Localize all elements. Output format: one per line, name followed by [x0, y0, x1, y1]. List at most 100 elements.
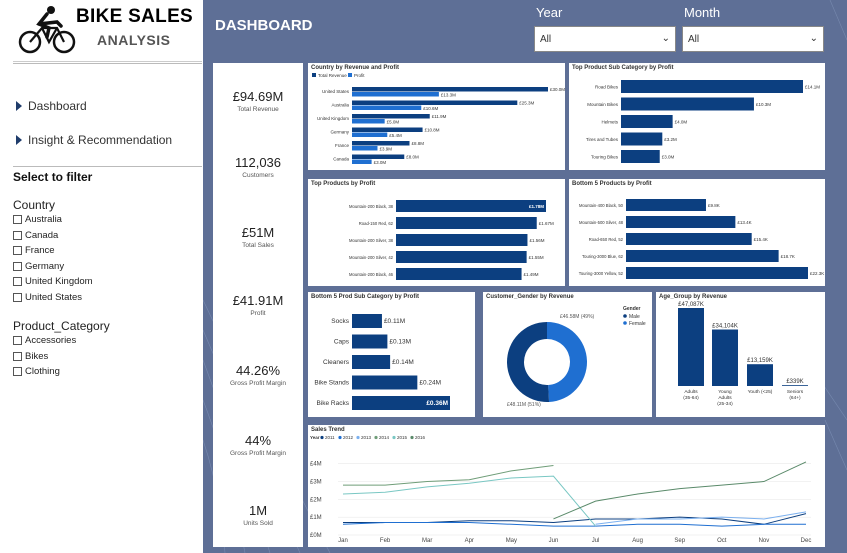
- bar: [747, 364, 773, 386]
- checkbox[interactable]: [13, 261, 22, 271]
- nav-item-insight[interactable]: Insight & Recommendation: [16, 133, 172, 147]
- country-filter-list: Australia Canada France Germany United Kingd…: [13, 212, 202, 305]
- legend-label: 2013: [361, 435, 372, 440]
- data-label: £8.8M: [411, 141, 424, 146]
- data-label: £1.55M: [529, 255, 544, 260]
- age-group-chart: £47,087KAdults(35-64)£34,104KYoungAdults…: [678, 302, 808, 407]
- bar: [621, 115, 673, 128]
- bar-revenue: [352, 114, 430, 119]
- data-label: £34,104K: [712, 324, 738, 330]
- category-label: France: [335, 143, 350, 148]
- data-label: £0.36M: [426, 400, 448, 407]
- category-label: Mountain-500 Silver, 48: [579, 220, 624, 225]
- month-dropdown-value: All: [688, 34, 700, 45]
- bar: [396, 251, 527, 263]
- year-dropdown[interactable]: All ⌄: [534, 26, 676, 52]
- country-filter-option[interactable]: Canada: [13, 228, 202, 244]
- country-filter-option[interactable]: United States: [13, 290, 202, 306]
- bar-profit: [352, 119, 385, 124]
- category-label: (25-34): [717, 401, 733, 407]
- kpi-label: Total Sales: [242, 242, 274, 249]
- checkbox[interactable]: [13, 292, 22, 302]
- category-filter-list: Accessories Bikes Clothing: [13, 333, 202, 380]
- category-filter-option[interactable]: Accessories: [13, 333, 202, 349]
- checkbox-label: United Kingdom: [25, 276, 93, 288]
- bar: [626, 216, 736, 228]
- x-tick-label: Jan: [338, 538, 348, 544]
- data-label: £18.7K: [781, 254, 795, 259]
- bar-revenue: [352, 100, 518, 105]
- checkbox-label: France: [25, 245, 55, 257]
- data-label: £25.3M: [519, 101, 534, 106]
- checkbox[interactable]: [13, 215, 22, 225]
- kpi-column: £94.69M Total Revenue 112,036 Customers …: [213, 63, 303, 547]
- data-label: £22.3K: [810, 271, 824, 276]
- bar-profit: [352, 92, 439, 97]
- bar: [352, 314, 382, 328]
- category-label: Mountain Bikes: [587, 102, 619, 107]
- data-label: £15.4K: [754, 237, 768, 242]
- chevron-right-icon: [16, 101, 22, 111]
- data-label: £8.0M: [406, 155, 419, 160]
- kpi-total-revenue: £94.69M Total Revenue: [213, 89, 303, 113]
- sales-trend-chart: Year 2011 2012 2013 2014 2015 2016 £0M £1M £2M £3M…: [310, 435, 811, 544]
- category-filter-option[interactable]: Bikes: [13, 349, 202, 365]
- data-label: £1.56M: [529, 238, 544, 243]
- nav-item-dashboard[interactable]: Dashboard: [16, 99, 87, 113]
- checkbox[interactable]: [13, 246, 22, 256]
- nav-menu: Dashboard Insight & Recommendation: [13, 63, 202, 167]
- legend-swatch: [348, 73, 352, 77]
- checkbox[interactable]: [13, 367, 22, 377]
- checkbox[interactable]: [13, 336, 22, 346]
- legend-swatch: [312, 73, 316, 77]
- country-filter-option[interactable]: France: [13, 243, 202, 259]
- year-slicer-label: Year: [536, 5, 563, 20]
- kpi-customers: 112,036 Customers: [213, 155, 303, 179]
- kpi-units-sold: 1M Units Sold: [213, 503, 303, 527]
- data-label: £1.67M: [539, 221, 554, 226]
- category-label: Bike Stands: [314, 380, 349, 387]
- kpi-label: Units Sold: [243, 520, 273, 527]
- bar: [396, 200, 546, 212]
- checkbox[interactable]: [13, 277, 22, 287]
- bar: [396, 234, 528, 246]
- data-label: £9.8K: [708, 203, 720, 208]
- x-tick-label: Jun: [549, 538, 559, 544]
- x-tick-label: Mar: [422, 538, 432, 544]
- x-tick-label: Sep: [674, 538, 685, 544]
- category-filter-option[interactable]: Clothing: [13, 364, 202, 380]
- country-revenue-chart: Total Revenue Profit United States £30.0M £1…: [312, 73, 565, 165]
- x-tick-label: May: [506, 538, 517, 544]
- checkbox[interactable]: [13, 351, 22, 361]
- legend-label: Female: [629, 321, 646, 327]
- category-label: Canada: [333, 157, 349, 162]
- chevron-down-icon: ⌄: [661, 33, 670, 44]
- y-tick-label: £4M: [310, 462, 322, 468]
- data-label: £47,087K: [678, 302, 704, 308]
- category-label: United States: [322, 89, 350, 94]
- data-label: £46.58M (49%): [560, 314, 595, 320]
- x-tick-label: Jul: [592, 538, 600, 544]
- bar: [396, 268, 522, 280]
- bar-profit: [352, 132, 388, 137]
- data-label: £10.6M: [423, 106, 438, 111]
- country-filter-option[interactable]: United Kingdom: [13, 274, 202, 290]
- category-label: Youth (<25): [748, 389, 773, 395]
- data-label: £14.1M: [805, 85, 820, 90]
- legend-swatch: [623, 314, 627, 318]
- age-group-panel: Age_Group by Revenue £47,087K Adults (35-6…: [656, 292, 825, 417]
- country-filter-title: Country: [13, 198, 56, 212]
- country-filter-option[interactable]: Australia: [13, 212, 202, 228]
- series-line-2013: [595, 511, 807, 525]
- legend-label: 2016: [415, 435, 426, 440]
- month-dropdown[interactable]: All ⌄: [682, 26, 824, 52]
- legend-swatch: [338, 435, 342, 440]
- top-products-chart: Mountain-200 Black, 38 £1.78M Road-150 Red…: [349, 200, 554, 280]
- bar: [678, 308, 704, 386]
- sales-trend-panel: Sales Trend Year 2011 2012 2013 2014 2015 2016…: [308, 425, 825, 547]
- kpi-gross-margin: 44.26% Gross Profit Margin: [213, 363, 303, 387]
- donut-slice-female: [547, 322, 588, 402]
- country-revenue-panel: Country by Revenue and Profit Total Reve…: [308, 63, 565, 170]
- checkbox[interactable]: [13, 230, 22, 240]
- country-filter-option[interactable]: Germany: [13, 259, 202, 275]
